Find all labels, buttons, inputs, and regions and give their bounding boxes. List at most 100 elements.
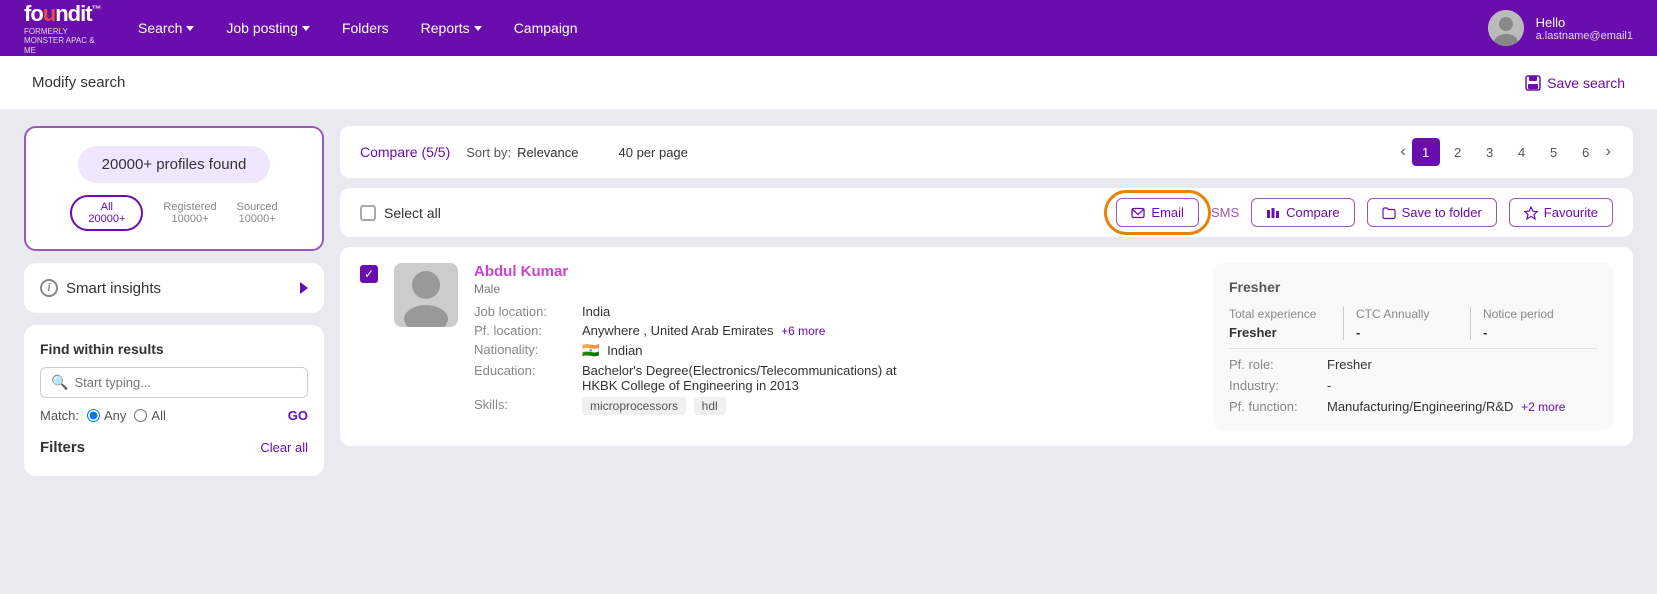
chevron-right-icon <box>300 282 308 294</box>
skill-tag-1: microprocessors <box>582 397 686 415</box>
avatar <box>1488 10 1524 46</box>
email-button-highlighted: Email <box>1116 198 1199 227</box>
match-all-radio[interactable]: All <box>134 408 165 423</box>
header-bar: Modify search Save search <box>0 56 1657 110</box>
candidate-info: Abdul Kumar Male Job location: India Pf.… <box>474 263 1197 430</box>
skill-tag-2: hdl <box>694 397 726 415</box>
match-row: Match: Any All GO <box>40 408 308 423</box>
notice-period-col: Notice period - <box>1483 307 1597 340</box>
smart-insights-left: i Smart insights <box>40 279 161 297</box>
candidate-check: ✓ <box>360 263 378 430</box>
ctc-annually-col: CTC Annually - <box>1356 307 1471 340</box>
pf-role-row: Pf. role: Fresher <box>1229 357 1597 372</box>
candidate-name[interactable]: Abdul Kumar <box>474 263 1197 280</box>
actions-bar: Select all Email SMS Com <box>340 188 1633 237</box>
logo-text: foundit™ <box>24 1 104 27</box>
user-info: Hello a.lastname@email1 <box>1536 15 1633 42</box>
job-location-row: Job location: India <box>474 304 1197 319</box>
results-toolbar: Compare (5/5) Sort by: Relevance 40 per … <box>340 126 1633 178</box>
select-all-wrap[interactable]: Select all <box>360 205 441 221</box>
save-to-folder-button[interactable]: Save to folder <box>1367 198 1497 227</box>
pagination: ‹ 1 2 3 4 5 6 › <box>1398 138 1613 166</box>
page-1-button[interactable]: 1 <box>1412 138 1440 166</box>
star-icon <box>1524 206 1538 220</box>
total-experience-col: Total experience Fresher <box>1229 307 1344 340</box>
content-area: Compare (5/5) Sort by: Relevance 40 per … <box>340 126 1633 476</box>
pf-function-row: Pf. function: Manufacturing/Engineering/… <box>1229 399 1597 414</box>
tab-registered[interactable]: Registered 10000+ <box>163 201 216 225</box>
go-button[interactable]: GO <box>288 408 308 423</box>
chevron-down-icon <box>131 80 139 85</box>
clear-all-button[interactable]: Clear all <box>260 440 308 455</box>
modify-search-button[interactable]: Modify search <box>32 74 139 91</box>
detail-rows: Pf. role: Fresher Industry: - Pf. functi… <box>1229 357 1597 414</box>
email-button[interactable]: Email <box>1116 198 1199 227</box>
chevron-down-icon <box>186 26 194 31</box>
chevron-down-icon <box>302 26 310 31</box>
find-search-input[interactable] <box>74 375 297 390</box>
email-icon <box>1131 206 1145 220</box>
profile-tabs: All 20000+ Registered 10000+ Sourced 100… <box>70 195 277 231</box>
page-3-button[interactable]: 3 <box>1476 138 1504 166</box>
chevron-down-icon <box>692 150 700 155</box>
profiles-found-card: 20000+ profiles found All 20000+ Registe… <box>24 126 324 251</box>
match-any-radio[interactable]: Any <box>87 408 126 423</box>
candidate-details: Job location: India Pf. location: Anywhe… <box>474 304 1197 415</box>
page-6-button[interactable]: 6 <box>1572 138 1600 166</box>
find-search-wrap: 🔍 <box>40 367 308 398</box>
sms-button[interactable]: SMS <box>1211 205 1239 220</box>
education-row: Education: Bachelor's Degree(Electronics… <box>474 363 1197 393</box>
prev-page-button[interactable]: ‹ <box>1398 143 1407 161</box>
compare-link[interactable]: Compare (5/5) <box>360 144 450 160</box>
navbar: foundit™ FORMERLY MONSTER APAC & ME Sear… <box>0 0 1657 56</box>
nav-job-posting[interactable]: Job posting <box>224 20 312 36</box>
chevron-down-icon <box>583 150 591 155</box>
profiles-count: 20000+ profiles found <box>78 146 271 183</box>
industry-row: Industry: - <box>1229 378 1597 393</box>
nav-folders[interactable]: Folders <box>340 20 391 36</box>
logo[interactable]: foundit™ FORMERLY MONSTER APAC & ME <box>24 1 104 56</box>
tab-sourced[interactable]: Sourced 10000+ <box>237 201 278 225</box>
candidate-card: ✓ Abdul Kumar Male Job location: India <box>340 247 1633 446</box>
pf-function-more[interactable]: +2 more <box>1521 400 1565 414</box>
compare-button[interactable]: Compare <box>1251 198 1354 227</box>
page-2-button[interactable]: 2 <box>1444 138 1472 166</box>
folder-icon <box>1382 206 1396 220</box>
candidate-avatar <box>394 263 458 327</box>
find-within-card: Find within results 🔍 Match: Any All GO … <box>24 325 324 476</box>
pf-location-more[interactable]: +6 more <box>781 324 825 338</box>
candidate-gender: Male <box>474 282 1197 296</box>
compare-icon <box>1266 206 1280 220</box>
nav-reports[interactable]: Reports <box>419 20 484 36</box>
right-panel: Fresher Total experience Fresher CTC Ann… <box>1213 263 1613 430</box>
nav-search[interactable]: Search <box>136 20 196 36</box>
select-all-checkbox[interactable] <box>360 205 376 221</box>
logo-sub: FORMERLY MONSTER APAC & ME <box>24 27 104 56</box>
per-page-select[interactable]: 40 per page <box>619 145 700 160</box>
sidebar: 20000+ profiles found All 20000+ Registe… <box>24 126 324 476</box>
nationality-row: Nationality: 🇮🇳 Indian <box>474 342 1197 359</box>
skills-row: Skills: microprocessors hdl <box>474 397 1197 415</box>
save-icon <box>1525 75 1541 91</box>
save-search-button[interactable]: Save search <box>1525 75 1625 91</box>
smart-insights-card[interactable]: i Smart insights <box>24 263 324 313</box>
sort-by-label: Sort by: Relevance <box>466 145 590 160</box>
nav-campaign[interactable]: Campaign <box>512 20 580 36</box>
filters-row: Filters Clear all <box>40 435 308 460</box>
page-4-button[interactable]: 4 <box>1508 138 1536 166</box>
info-icon: i <box>40 279 58 297</box>
main-layout: 20000+ profiles found All 20000+ Registe… <box>0 110 1657 492</box>
fresher-card: Fresher Total experience Fresher CTC Ann… <box>1213 263 1613 430</box>
search-icon: 🔍 <box>51 374 68 391</box>
pf-location-row: Pf. location: Anywhere , United Arab Emi… <box>474 323 1197 338</box>
navbar-right: Hello a.lastname@email1 <box>1488 10 1633 46</box>
tab-all[interactable]: All 20000+ <box>70 195 143 231</box>
flag-icon: 🇮🇳 <box>582 342 599 358</box>
nav-items: Search Job posting Folders Reports Campa… <box>136 20 1456 36</box>
candidate-checkbox[interactable]: ✓ <box>360 265 378 283</box>
exp-row: Total experience Fresher CTC Annually - … <box>1229 307 1597 349</box>
favourite-button[interactable]: Favourite <box>1509 198 1613 227</box>
next-page-button[interactable]: › <box>1604 143 1613 161</box>
page-5-button[interactable]: 5 <box>1540 138 1568 166</box>
sort-select[interactable]: Relevance <box>517 145 590 160</box>
